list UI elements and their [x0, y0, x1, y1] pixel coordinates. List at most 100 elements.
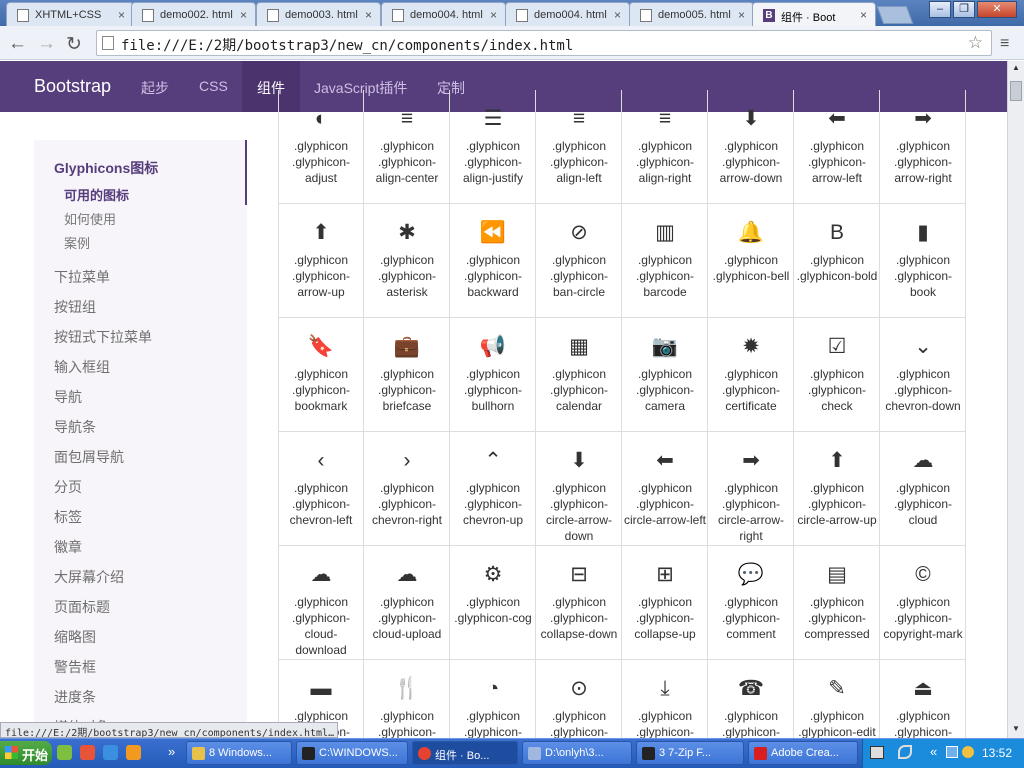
- glyph-cell[interactable]: ☁ .glyphicon .glyphicon-cloud-download: [278, 546, 364, 660]
- tray-app-icon[interactable]: [962, 746, 974, 758]
- scroll-down-arrow[interactable]: ▼: [1010, 724, 1022, 736]
- glyph-cell[interactable]: ✱ .glyphicon .glyphicon-asterisk: [364, 204, 450, 318]
- tab-demo004[interactable]: demo004. html ×: [381, 2, 506, 26]
- glyph-cell[interactable]: ‹ .glyphicon .glyphicon-chevron-left: [278, 432, 364, 546]
- glyph-cell[interactable]: ➡ .glyphicon .glyphicon-circle-arrow-righ…: [708, 432, 794, 546]
- reload-icon[interactable]: ↻: [66, 33, 82, 56]
- sidebar-item[interactable]: 页面标题: [54, 597, 110, 617]
- glyph-cell[interactable]: 💼 .glyphicon .glyphicon-briefcase: [364, 318, 450, 432]
- close-icon[interactable]: ×: [490, 8, 497, 22]
- close-icon[interactable]: ×: [365, 8, 372, 22]
- tab-demo005[interactable]: demo005. html ×: [629, 2, 754, 26]
- glyph-cell[interactable]: ⬇ .glyphicon .glyphicon-arrow-down: [708, 90, 794, 204]
- glyph-cell[interactable]: ➡ .glyphicon .glyphicon-arrow-right: [880, 90, 966, 204]
- quicklaunch-icon[interactable]: [57, 745, 72, 760]
- quicklaunch-icon[interactable]: [126, 745, 141, 760]
- sidebar-item[interactable]: 分页: [54, 477, 82, 497]
- sidebar-heading[interactable]: Glyphicons图标: [54, 158, 158, 178]
- glyph-cell[interactable]: ⊘ .glyphicon .glyphicon-ban-circle: [536, 204, 622, 318]
- new-tab-button[interactable]: [876, 6, 914, 24]
- glyph-cell[interactable]: ⌃ .glyphicon .glyphicon-chevron-up: [450, 432, 536, 546]
- close-icon[interactable]: ×: [614, 8, 621, 22]
- network-icon[interactable]: [946, 746, 958, 758]
- glyph-cell[interactable]: ☰ .glyphicon .glyphicon-align-justify: [450, 90, 536, 204]
- glyph-cell[interactable]: ◐ .glyphicon .glyphicon-adjust: [278, 90, 364, 204]
- tab-xhtml-css[interactable]: XHTML+CSS ×: [6, 2, 134, 26]
- glyph-cell[interactable]: ⬆ .glyphicon .glyphicon-arrow-up: [278, 204, 364, 318]
- sidebar-item[interactable]: 面包屑导航: [54, 447, 124, 467]
- glyph-cell[interactable]: ⊞ .glyphicon .glyphicon-collapse-up: [622, 546, 708, 660]
- glyph-cell[interactable]: ⌄ .glyphicon .glyphicon-chevron-down: [880, 318, 966, 432]
- sidebar-item[interactable]: 大屏幕介绍: [54, 567, 124, 587]
- back-icon[interactable]: ←: [8, 33, 27, 55]
- start-button[interactable]: 开始: [0, 741, 52, 765]
- page-scrollbar[interactable]: ▲ ▼: [1007, 61, 1024, 738]
- close-icon[interactable]: ×: [118, 8, 125, 22]
- quicklaunch-icon[interactable]: [80, 745, 95, 760]
- minimize-button[interactable]: –: [929, 1, 951, 18]
- glyph-cell[interactable]: ≡ .glyphicon .glyphicon-align-center: [364, 90, 450, 204]
- glyph-cell[interactable]: ⬅ .glyphicon .glyphicon-circle-arrow-left: [622, 432, 708, 546]
- sidebar-item[interactable]: 缩略图: [54, 627, 96, 647]
- task-7zip[interactable]: 3 7-Zip F...: [636, 741, 744, 765]
- glyph-cell[interactable]: ☁ .glyphicon .glyphicon-cloud-upload: [364, 546, 450, 660]
- glyph-cell[interactable]: ⬆ .glyphicon .glyphicon-circle-arrow-up: [794, 432, 880, 546]
- task-adobe[interactable]: Adobe Crea...: [748, 741, 858, 765]
- close-window-button[interactable]: ✕: [977, 1, 1017, 18]
- forward-icon[interactable]: →: [37, 33, 56, 55]
- nav-getting-started[interactable]: 起步: [141, 78, 169, 98]
- sidebar-item[interactable]: 警告框: [54, 657, 96, 677]
- sidebar-item[interactable]: 导航: [54, 387, 82, 407]
- glyph-cell[interactable]: 📢 .glyphicon .glyphicon-bullhorn: [450, 318, 536, 432]
- close-icon[interactable]: ×: [860, 8, 867, 22]
- task-editor[interactable]: D:\onlyh\3...: [522, 741, 632, 765]
- glyph-cell[interactable]: 📷 .glyphicon .glyphicon-camera: [622, 318, 708, 432]
- sidebar-item[interactable]: 按钮式下拉菜单: [54, 327, 152, 347]
- glyph-cell[interactable]: ⏪ .glyphicon .glyphicon-backward: [450, 204, 536, 318]
- glyph-cell[interactable]: 🔖 .glyphicon .glyphicon-bookmark: [278, 318, 364, 432]
- sidebar-item[interactable]: 下拉菜单: [54, 267, 110, 287]
- glyph-cell[interactable]: ☑ .glyphicon .glyphicon-check: [794, 318, 880, 432]
- scroll-up-arrow[interactable]: ▲: [1010, 63, 1022, 75]
- scroll-thumb[interactable]: [1010, 81, 1022, 101]
- tab-demo002[interactable]: demo002. html ×: [131, 2, 256, 26]
- tools-icon[interactable]: [898, 745, 912, 759]
- glyph-cell[interactable]: ⬇ .glyphicon .glyphicon-circle-arrow-down: [536, 432, 622, 546]
- glyph-cell[interactable]: ☁ .glyphicon .glyphicon-cloud: [880, 432, 966, 546]
- glyph-cell[interactable]: ▦ .glyphicon .glyphicon-calendar: [536, 318, 622, 432]
- glyph-cell[interactable]: ⬅ .glyphicon .glyphicon-arrow-left: [794, 90, 880, 204]
- tab-demo004-2[interactable]: demo004. html ×: [505, 2, 630, 26]
- glyph-cell[interactable]: 💬 .glyphicon .glyphicon-comment: [708, 546, 794, 660]
- chevron-left-icon[interactable]: «: [930, 744, 937, 759]
- glyph-cell[interactable]: › .glyphicon .glyphicon-chevron-right: [364, 432, 450, 546]
- quicklaunch-icon[interactable]: [103, 745, 118, 760]
- glyph-cell[interactable]: ✹ .glyphicon .glyphicon-certificate: [708, 318, 794, 432]
- sidebar-item[interactable]: 导航条: [54, 417, 96, 437]
- glyph-cell[interactable]: B .glyphicon .glyphicon-bold: [794, 204, 880, 318]
- menu-icon[interactable]: ≡: [1000, 35, 1009, 53]
- task-chrome[interactable]: 组件 · Bo...: [412, 741, 518, 765]
- task-cmd[interactable]: C:\WINDOWS...: [296, 741, 408, 765]
- restore-button[interactable]: ❐: [953, 1, 975, 18]
- sidebar-sub-item[interactable]: 如何使用: [64, 209, 116, 228]
- glyph-cell[interactable]: ▤ .glyphicon .glyphicon-compressed: [794, 546, 880, 660]
- sidebar-item[interactable]: 按钮组: [54, 297, 96, 317]
- chevron-right-icon[interactable]: »: [168, 744, 175, 759]
- glyph-cell[interactable]: 🔔 .glyphicon .glyphicon-bell: [708, 204, 794, 318]
- nav-css[interactable]: CSS: [199, 78, 228, 94]
- task-windows-explorer[interactable]: 8 Windows...: [186, 741, 292, 765]
- address-bar[interactable]: file:///E:/2期/bootstrap3/new_cn/componen…: [96, 30, 992, 56]
- brand-link[interactable]: Bootstrap: [34, 76, 111, 97]
- glyph-cell[interactable]: ≡ .glyphicon .glyphicon-align-left: [536, 90, 622, 204]
- close-icon[interactable]: ×: [240, 8, 247, 22]
- sidebar-item[interactable]: 标签: [54, 507, 82, 527]
- sidebar-sub-active[interactable]: 可用的图标: [64, 185, 129, 204]
- glyph-cell[interactable]: ⊟ .glyphicon .glyphicon-collapse-down: [536, 546, 622, 660]
- clock[interactable]: 13:52: [982, 746, 1012, 760]
- sidebar-item[interactable]: 输入框组: [54, 357, 110, 377]
- sidebar-sub-item[interactable]: 案例: [64, 233, 90, 252]
- glyph-cell[interactable]: ≡ .glyphicon .glyphicon-align-right: [622, 90, 708, 204]
- glyph-cell[interactable]: ⚙ .glyphicon .glyphicon-cog: [450, 546, 536, 660]
- tab-components-active[interactable]: B 组件 · Boot ×: [752, 2, 876, 26]
- glyph-cell[interactable]: ▥ .glyphicon .glyphicon-barcode: [622, 204, 708, 318]
